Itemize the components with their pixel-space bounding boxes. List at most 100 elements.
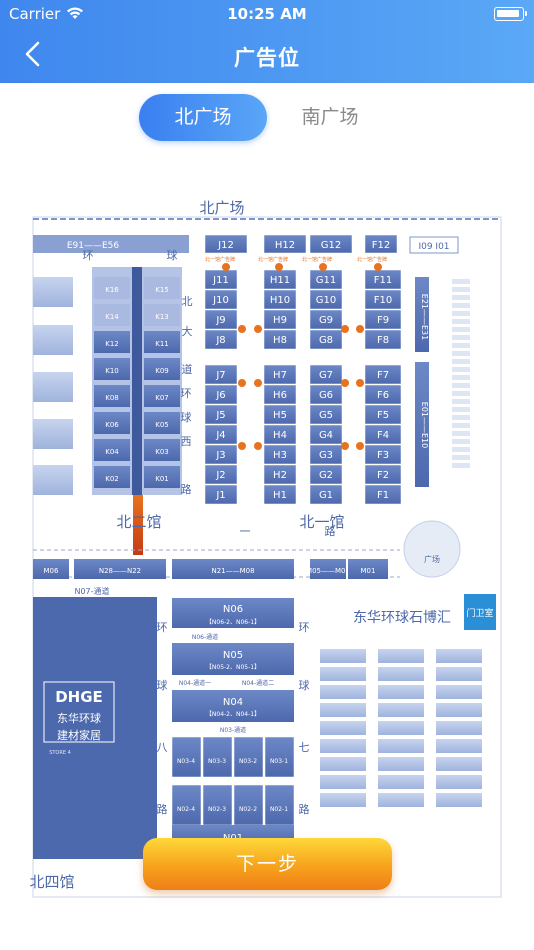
booth-n03-1[interactable]	[264, 736, 295, 778]
booth-right-cluster[interactable]	[378, 703, 424, 717]
plaza-tabs: 北广场 南广场	[0, 83, 534, 157]
parking-slot	[452, 383, 470, 388]
tab-north-plaza[interactable]: 北广场	[139, 94, 267, 141]
booth-right-cluster[interactable]	[436, 757, 482, 771]
booth-right-cluster[interactable]	[320, 721, 366, 735]
ad-marker[interactable]	[341, 442, 349, 450]
booth-right-cluster[interactable]	[378, 757, 424, 771]
road-char: 环	[181, 387, 192, 400]
booth-right-cluster[interactable]	[378, 775, 424, 789]
booth-right-cluster[interactable]	[378, 721, 424, 735]
ad-marker[interactable]	[341, 325, 349, 333]
ad-marker[interactable]	[254, 325, 262, 333]
ad-marker[interactable]	[374, 263, 382, 271]
road-char: 路	[181, 483, 192, 496]
building-left-5	[33, 465, 73, 495]
booth-k08-label: K08	[105, 394, 119, 402]
booth-right-cluster[interactable]	[320, 775, 366, 789]
booth-n02-4[interactable]	[171, 784, 202, 826]
ad-marker[interactable]	[356, 325, 364, 333]
booth-n02-1[interactable]	[264, 784, 295, 826]
ad-tag-label: 北一馆广告牌	[302, 256, 332, 263]
ad-marker[interactable]	[319, 263, 327, 271]
booth-right-cluster[interactable]	[378, 685, 424, 699]
venue-map-svg: 北广场 E91——E56 I09 I01 K16K14K12K10K08K06K…	[29, 199, 502, 898]
road-char: 路	[325, 525, 336, 538]
dhge-building	[33, 597, 157, 859]
booth-f10-label: F10	[374, 295, 392, 306]
booth-h3-label: H3	[273, 450, 287, 461]
ad-tag-label: 北一馆广告牌	[258, 256, 288, 263]
booth-n02-2[interactable]	[233, 784, 264, 826]
booth-right-cluster[interactable]	[436, 793, 482, 807]
booth-right-cluster[interactable]	[320, 649, 366, 663]
booth-j6-label: J6	[215, 390, 225, 401]
ad-marker[interactable]	[275, 263, 283, 271]
booth-g2-label: G2	[319, 470, 333, 481]
ad-marker[interactable]	[222, 263, 230, 271]
ad-marker[interactable]	[341, 379, 349, 387]
booth-g12-label: G12	[321, 240, 341, 251]
booth-k11-label: K11	[155, 340, 169, 348]
booth-right-cluster[interactable]	[320, 703, 366, 717]
ad-marker[interactable]	[238, 442, 246, 450]
booth-h7-label: H7	[273, 370, 287, 381]
road-char: 大	[182, 324, 193, 338]
booth-right-cluster[interactable]	[436, 649, 482, 663]
booth-right-cluster[interactable]	[378, 649, 424, 663]
north-plaza-label: 北广场	[199, 199, 244, 217]
venue-map: 北广场 E91——E56 I09 I01 K16 K14 K12 K10 K08 K06 K…	[0, 157, 534, 950]
ad-marker[interactable]	[254, 442, 262, 450]
booth-right-cluster[interactable]	[320, 667, 366, 681]
booth-k16-label: K16	[105, 286, 119, 294]
booth-right-cluster[interactable]	[320, 685, 366, 699]
booth-g5-label: G5	[319, 410, 333, 421]
booth-right-cluster[interactable]	[436, 685, 482, 699]
booth-n02-2-label: N02-2	[239, 806, 257, 813]
parking-slot	[452, 399, 470, 404]
guard-room-label: 门卫室	[466, 607, 493, 619]
booth-n03-3[interactable]	[202, 736, 233, 778]
booth-k13-label: K13	[155, 313, 169, 321]
parking-slot	[452, 439, 470, 444]
booth-n04-title: N04	[223, 697, 243, 708]
booth-m05——m02-label: M05——M02	[306, 567, 350, 575]
parking-slot	[452, 455, 470, 460]
ad-marker[interactable]	[238, 325, 246, 333]
booth-k07-label: K07	[155, 394, 169, 402]
booth-n06-road: N06-通道	[192, 633, 218, 641]
booth-n03-3-label: N03-3	[208, 758, 226, 765]
booth-right-cluster[interactable]	[320, 739, 366, 753]
booth-right-cluster[interactable]	[320, 793, 366, 807]
booth-k01-label: K01	[155, 475, 169, 483]
road-char: 西	[181, 435, 192, 448]
booth-right-cluster[interactable]	[436, 721, 482, 735]
booth-right-cluster[interactable]	[378, 739, 424, 753]
booth-j10-label: J10	[212, 295, 229, 306]
ad-marker[interactable]	[356, 379, 364, 387]
booth-n03-2[interactable]	[233, 736, 264, 778]
booth-right-cluster[interactable]	[436, 739, 482, 753]
ad-marker[interactable]	[356, 442, 364, 450]
parking-slot	[452, 319, 470, 324]
plaza-label: 广场	[424, 554, 440, 564]
booth-j12-label: J12	[217, 240, 234, 251]
booth-right-cluster[interactable]	[378, 667, 424, 681]
booth-right-cluster[interactable]	[320, 757, 366, 771]
booth-right-cluster[interactable]	[436, 667, 482, 681]
booth-j8-label: J8	[215, 335, 225, 346]
parking-slot	[452, 303, 470, 308]
booth-j7-label: J7	[215, 370, 225, 381]
clock: 10:25 AM	[227, 5, 307, 23]
tab-south-plaza[interactable]: 南广场	[266, 94, 394, 141]
booth-n02-3[interactable]	[202, 784, 233, 826]
booth-g11-label: G11	[316, 275, 336, 286]
ad-marker[interactable]	[254, 379, 262, 387]
booth-right-cluster[interactable]	[436, 775, 482, 789]
next-step-button[interactable]: 下一步	[143, 838, 392, 890]
booth-right-cluster[interactable]	[378, 793, 424, 807]
ad-marker[interactable]	[238, 379, 246, 387]
booth-n03-4[interactable]	[171, 736, 202, 778]
building-left-2	[33, 325, 73, 355]
booth-right-cluster[interactable]	[436, 703, 482, 717]
